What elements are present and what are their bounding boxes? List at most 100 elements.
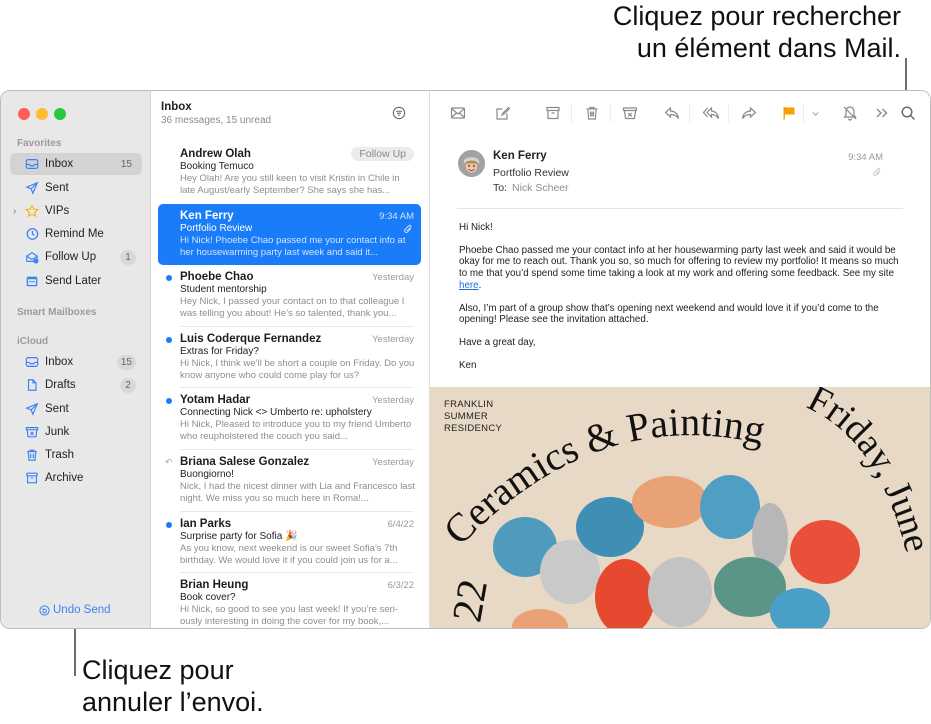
- sidebar-item-icloud-junk[interactable]: Junk: [10, 421, 142, 443]
- favorites-header: Favorites: [17, 138, 62, 149]
- message-list-item[interactable]: Phoebe Chao Yesterday Student mentorship He…: [158, 265, 421, 326]
- sidebar-item-favorites-remind-me[interactable]: Remind Me: [10, 223, 142, 245]
- sidebar-item-icloud-drafts[interactable]: Drafts 2: [10, 374, 142, 396]
- inbox-icon: [25, 355, 39, 369]
- message-list-item[interactable]: Luis Coderque Fernandez Yesterday Extras f…: [158, 327, 421, 388]
- message-list-item[interactable]: Ian Parks 6/4/22 Surprise party for Sofia …: [158, 512, 421, 573]
- undo-send-button[interactable]: Undo Send: [39, 604, 111, 616]
- unread-count-badge: 1: [120, 249, 136, 265]
- message-list-item[interactable]: Ken Ferry 9:34 AM Portfolio Review Hi Nick!…: [158, 203, 421, 265]
- sidebar-item-favorites-inbox[interactable]: Inbox 15: [10, 153, 142, 175]
- message-preview: Hey Nick, I passed your contact on to th…: [180, 296, 405, 320]
- poster-artwork: Ceramics & Painting Friday, June 22: [434, 387, 930, 628]
- sidebar-item-favorites-sent[interactable]: Sent: [10, 177, 142, 199]
- unread-dot-icon: [166, 275, 172, 282]
- sidebar-item-icloud-sent[interactable]: Sent: [10, 398, 142, 420]
- junk-icon: [622, 107, 638, 120]
- follow-up-icon: [25, 250, 39, 264]
- more-button[interactable]: [873, 104, 891, 122]
- sidebar-item-favorites-follow-up[interactable]: Follow Up 1: [10, 246, 142, 268]
- message-date: 6/4/22: [387, 518, 414, 530]
- sidebar-item-label: Sent: [45, 182, 69, 194]
- reply-button[interactable]: [663, 104, 681, 122]
- sidebar-item-favorites-send-later[interactable]: Send Later: [10, 270, 142, 292]
- message-list: Inbox 36 messages, 15 unread Andrew Olah…: [151, 91, 430, 628]
- replied-arrow-icon: ↶: [165, 457, 173, 467]
- message-preview: Hey Olah! Are you still keen to visit Kr…: [180, 173, 400, 196]
- zoom-button[interactable]: [54, 108, 66, 120]
- sidebar-item-label: Drafts: [45, 379, 76, 391]
- unread-count-badge: 15: [120, 158, 132, 170]
- message-subject: Extras for Friday?: [180, 345, 259, 357]
- sidebar-item-favorites-vips[interactable]: › VIPs: [10, 200, 142, 222]
- minimize-button[interactable]: [36, 108, 48, 120]
- message-from[interactable]: Ken Ferry: [493, 150, 547, 162]
- message-date: Yesterday: [372, 457, 414, 468]
- search-callout-line-1: Cliquez pour rechercher: [612, 1, 901, 31]
- toolbar: [430, 91, 930, 133]
- smart-mailboxes-header[interactable]: Smart Mailboxes: [17, 307, 96, 318]
- flag-button[interactable]: [780, 104, 798, 122]
- mute-button[interactable]: [841, 104, 859, 122]
- body-paragraph-1-text: Phoebe Chao passed me your contact info …: [459, 244, 899, 280]
- junk-button[interactable]: [621, 104, 639, 122]
- message-sender: Andrew Olah: [180, 148, 251, 160]
- undo-send-label: Undo Send: [53, 604, 111, 616]
- message-viewer: Ken Ferry Portfolio Review To: Nick Schee…: [430, 91, 930, 628]
- message-preview: Hi Nick! Phoebe Chao passed me your cont…: [180, 234, 406, 258]
- sidebar-item-icloud-trash[interactable]: Trash: [10, 444, 142, 466]
- reply-icon: [664, 106, 680, 119]
- message-list-item[interactable]: Brian Heung 6/3/22 Book cover? Hi Nick, so …: [158, 573, 421, 628]
- undo-send-icon: [39, 604, 50, 616]
- sidebar-item-icloud-inbox[interactable]: Inbox 15: [10, 351, 142, 373]
- get-mail-button[interactable]: [449, 104, 467, 122]
- message-list-item[interactable]: Yotam Hadar Yesterday Connecting Nick <> U…: [158, 388, 421, 449]
- sidebar-item-label: Send Later: [45, 275, 102, 287]
- portfolio-link[interactable]: here: [459, 280, 479, 291]
- paperplane-icon: [25, 181, 39, 195]
- toolbar-separator: [728, 104, 729, 122]
- message-sender: Briana Salese Gonzalez: [180, 456, 310, 468]
- compose-icon: [496, 106, 511, 120]
- invitation-attachment-image[interactable]: FRANKLIN SUMMER RESIDENCY Ceramics & Pai…: [430, 387, 930, 628]
- follow-up-tag[interactable]: Follow Up: [351, 147, 414, 161]
- mail-window: Favorites Inbox 15 Sent › VIPs Remind Me…: [0, 90, 931, 629]
- forward-icon: [741, 106, 757, 119]
- mailbox-subtitle: 36 messages, 15 unread: [161, 115, 272, 126]
- trash-icon: [586, 106, 598, 120]
- sidebar-item-icloud-archive[interactable]: Archive: [10, 467, 142, 489]
- message-date: Yesterday: [372, 395, 414, 407]
- close-button[interactable]: [18, 108, 30, 120]
- delete-button[interactable]: [583, 104, 601, 122]
- document-icon: [25, 378, 39, 392]
- forward-button[interactable]: [740, 104, 758, 122]
- unread-dot-icon: [166, 336, 172, 343]
- message-list-item[interactable]: ↶ Briana Salese Gonzalez Yesterday Buongior…: [158, 450, 421, 511]
- icloud-header[interactable]: iCloud: [17, 336, 48, 347]
- body-greeting: Hi Nick!: [459, 222, 493, 233]
- body-signature: Ken: [459, 359, 477, 371]
- flag-menu-button[interactable]: [805, 104, 825, 122]
- sidebar-item-label: Follow Up: [45, 251, 97, 263]
- body-closing: Have a great day,: [459, 336, 536, 348]
- message-date: Yesterday: [372, 272, 414, 284]
- message-date: Yesterday: [372, 333, 414, 345]
- envelope-icon: [450, 107, 466, 119]
- sidebar-item-label: Archive: [45, 472, 84, 484]
- calendar-icon: [25, 274, 39, 288]
- search-button[interactable]: [899, 104, 917, 122]
- double-chevron-icon: [876, 108, 888, 118]
- message-list-item[interactable]: Andrew Olah Follow Up Booking Temuco Hey Ol…: [158, 142, 421, 203]
- unread-count-badge: 15: [116, 354, 136, 370]
- message-to[interactable]: Nick Scheer: [512, 182, 569, 194]
- sidebar-item-label: Sent: [45, 403, 69, 415]
- filter-icon[interactable]: [392, 106, 406, 120]
- mailbox-title: Inbox: [161, 101, 192, 113]
- sidebar-item-label: Inbox: [45, 356, 74, 368]
- archive-button[interactable]: [544, 104, 562, 122]
- reply-all-button[interactable]: [702, 104, 720, 122]
- disclosure-chevron-icon[interactable]: ›: [13, 206, 16, 217]
- message-preview: Hi Nick, so good to see you last week! I…: [180, 604, 399, 628]
- compose-button[interactable]: [494, 104, 512, 122]
- chevron-down-icon: [811, 111, 819, 116]
